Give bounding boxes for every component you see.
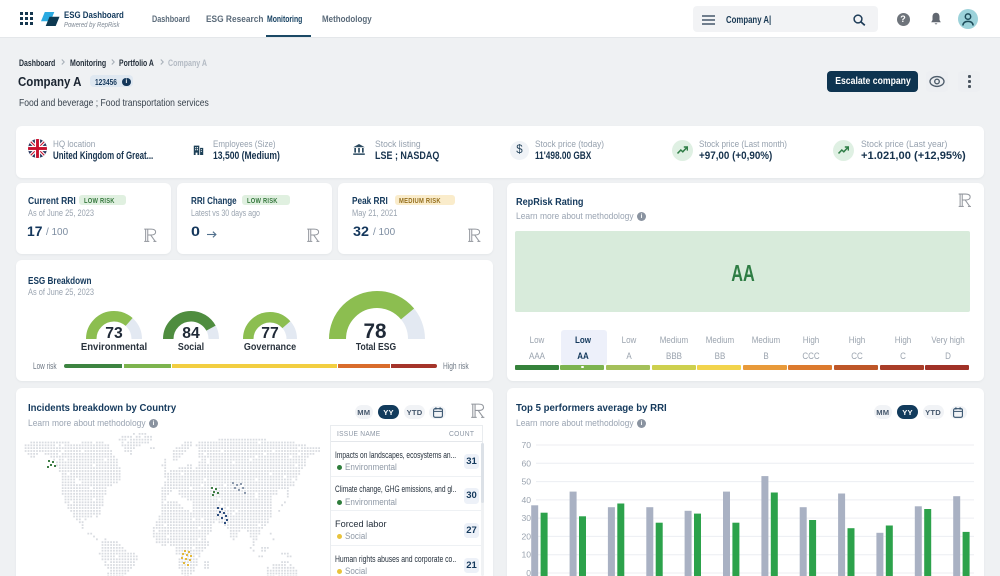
svg-text:50: 50 — [521, 477, 531, 487]
svg-text:30: 30 — [521, 513, 531, 523]
svg-text:40: 40 — [521, 495, 531, 505]
svg-text:20: 20 — [521, 531, 531, 541]
svg-text:60: 60 — [521, 458, 531, 468]
svg-text:70: 70 — [521, 440, 531, 450]
svg-text:0: 0 — [526, 568, 531, 576]
svg-text:10: 10 — [521, 550, 531, 560]
